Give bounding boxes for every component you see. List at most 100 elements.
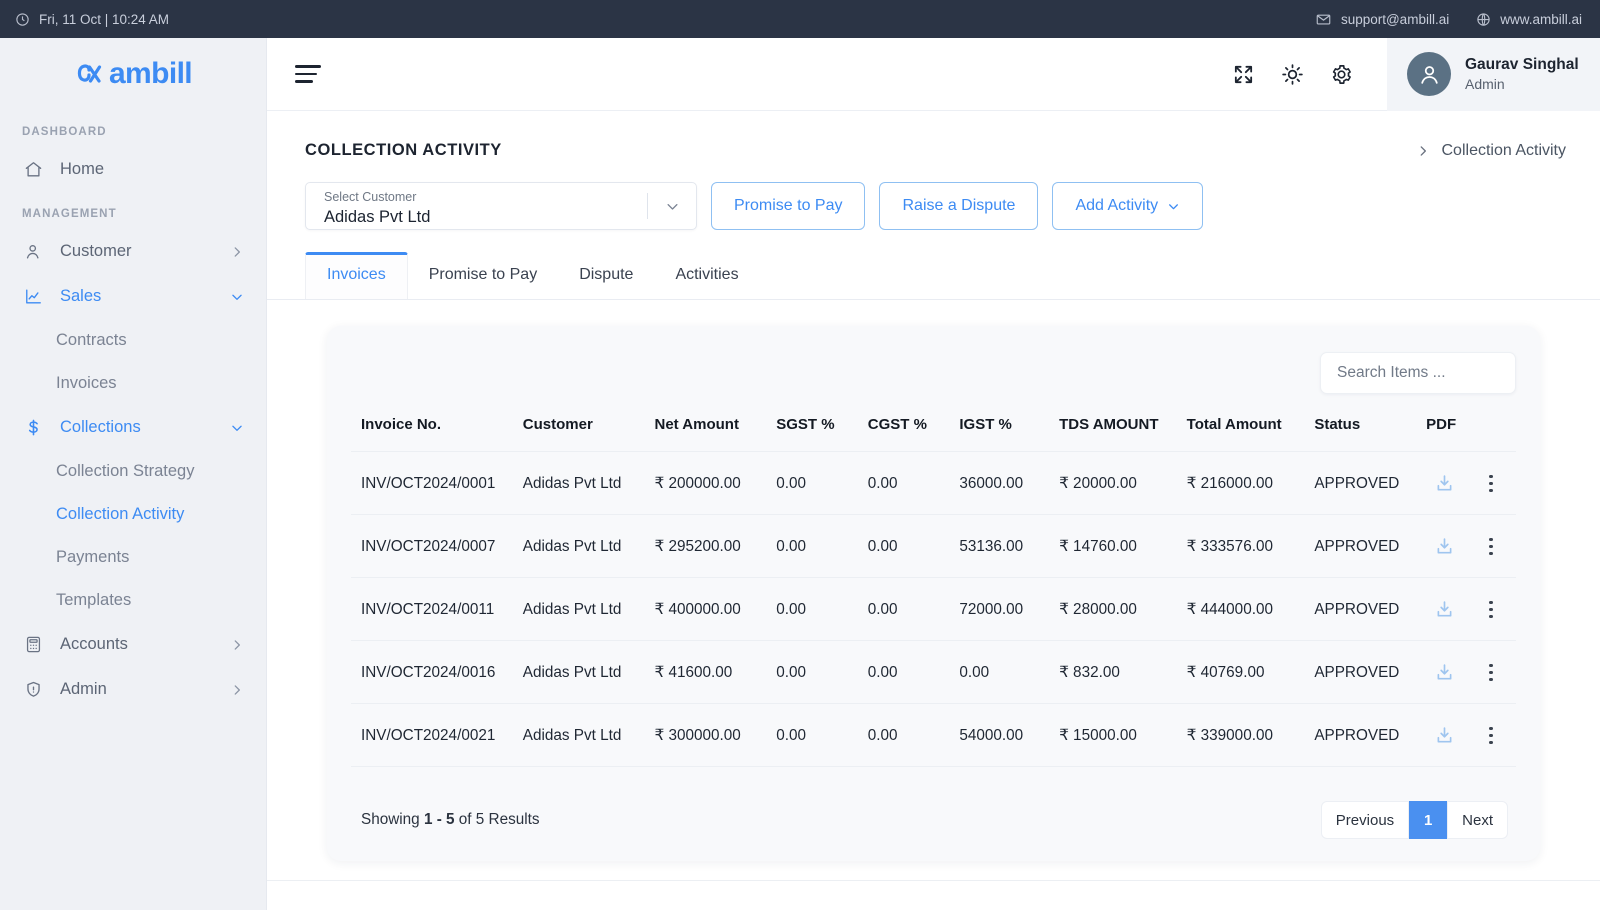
- content-area: Invoice No. Customer Net Amount SGST % C…: [267, 300, 1600, 861]
- download-icon[interactable]: [1434, 599, 1455, 620]
- cell-igst: 53136.00: [959, 514, 1060, 578]
- tab-label: Dispute: [579, 266, 634, 283]
- column-header-invoice-no: Invoice No.: [361, 416, 442, 433]
- brand-logo[interactable]: ambill: [0, 38, 266, 110]
- invoices-table: Invoice No. Customer Net Amount SGST % C…: [351, 416, 1516, 767]
- download-icon[interactable]: [1434, 536, 1455, 557]
- cell-invoice-no: INV/OCT2024/0016: [351, 640, 523, 704]
- cell-net-amount: ₹ 295200.00: [654, 514, 777, 578]
- tab-invoices[interactable]: Invoices: [305, 252, 408, 299]
- download-icon[interactable]: [1434, 725, 1455, 746]
- sidebar-item-customer[interactable]: Customer: [0, 229, 266, 274]
- hamburger-icon[interactable]: [295, 57, 329, 91]
- sidebar-item-contracts[interactable]: Contracts: [0, 319, 266, 362]
- sidebar-item-label: Collections: [60, 418, 141, 436]
- table-row[interactable]: INV/OCT2024/0007 Adidas Pvt Ltd ₹ 295200…: [351, 514, 1516, 578]
- sidebar-item-collection-strategy[interactable]: Collection Strategy: [0, 450, 266, 493]
- pdf-actions-group: [1426, 662, 1516, 683]
- sidebar-item-admin[interactable]: Admin: [0, 667, 266, 712]
- sidebar: ambill DASHBOARD Home MANAGEMENT Custome…: [0, 38, 266, 910]
- expand-icon[interactable]: [1232, 63, 1255, 86]
- mail-icon: [1316, 11, 1332, 27]
- table-row[interactable]: INV/OCT2024/0021 Adidas Pvt Ltd ₹ 300000…: [351, 703, 1516, 767]
- cell-cgst: 0.00: [867, 640, 960, 704]
- sun-icon[interactable]: [1281, 63, 1304, 86]
- tab-dispute[interactable]: Dispute: [558, 252, 654, 299]
- sidebar-subitem-label: Contracts: [56, 331, 127, 349]
- clock-icon: [14, 11, 30, 27]
- support-email-text: support@ambill.ai: [1340, 11, 1450, 27]
- kebab-menu-icon[interactable]: [1489, 663, 1493, 682]
- cell-tds-amount: ₹ 832.00: [1059, 640, 1187, 704]
- website-link[interactable]: www.ambill.ai: [1475, 11, 1582, 27]
- sidebar-item-collection-activity[interactable]: Collection Activity: [0, 493, 266, 536]
- home-icon: [24, 160, 46, 179]
- table-row[interactable]: INV/OCT2024/0016 Adidas Pvt Ltd ₹ 41600.…: [351, 640, 1516, 704]
- cell-total-amount: ₹ 40769.00: [1186, 640, 1315, 704]
- user-name: Gaurav Singhal: [1465, 55, 1579, 73]
- pdf-actions-group: [1426, 473, 1516, 494]
- pdf-actions-group: [1426, 599, 1516, 620]
- cell-total-amount: ₹ 339000.00: [1186, 703, 1315, 767]
- tab-promise-to-pay[interactable]: Promise to Pay: [408, 252, 558, 299]
- promise-to-pay-button[interactable]: Promise to Pay: [711, 182, 866, 230]
- previous-page-button[interactable]: Previous: [1320, 801, 1410, 839]
- utility-topbar: Fri, 11 Oct | 10:24 AM support@ambill.ai…: [0, 0, 1600, 38]
- add-activity-button[interactable]: Add Activity: [1052, 182, 1204, 230]
- cell-tds-amount: ₹ 20000.00: [1059, 451, 1187, 515]
- results-prefix: Showing: [361, 811, 424, 828]
- support-email[interactable]: support@ambill.ai: [1316, 11, 1449, 27]
- cell-cgst: 0.00: [867, 451, 960, 515]
- chevron-down-icon[interactable]: [648, 199, 696, 214]
- cell-status: APPROVED: [1314, 703, 1427, 767]
- sidebar-section-dashboard: DASHBOARD: [22, 126, 107, 138]
- next-page-button[interactable]: Next: [1447, 801, 1508, 839]
- sidebar-item-accounts[interactable]: Accounts: [0, 622, 266, 667]
- cell-customer: Adidas Pvt Ltd: [522, 640, 655, 704]
- cell-total-amount: ₹ 216000.00: [1186, 451, 1315, 515]
- dollar-icon: [24, 418, 46, 437]
- download-icon[interactable]: [1434, 662, 1455, 683]
- sidebar-item-templates[interactable]: Templates: [0, 579, 266, 622]
- sidebar-item-payments[interactable]: Payments: [0, 536, 266, 579]
- cell-status: APPROVED: [1314, 577, 1427, 641]
- user-profile-chip[interactable]: Gaurav Singhal Admin: [1387, 37, 1600, 111]
- raise-a-dispute-button[interactable]: Raise a Dispute: [879, 182, 1039, 230]
- table-row[interactable]: INV/OCT2024/0001 Adidas Pvt Ltd ₹ 200000…: [351, 451, 1516, 515]
- hamburger-line: [295, 80, 313, 83]
- customer-select-label: Select Customer: [324, 189, 417, 204]
- kebab-menu-icon[interactable]: [1489, 537, 1493, 556]
- kebab-menu-icon[interactable]: [1489, 474, 1493, 493]
- sidebar-item-collections[interactable]: Collections: [0, 405, 266, 450]
- cell-sgst: 0.00: [776, 514, 868, 578]
- sidebar-item-label: Accounts: [60, 635, 128, 653]
- sidebar-item-sales[interactable]: Sales: [0, 274, 266, 319]
- cell-net-amount: ₹ 200000.00: [654, 451, 777, 515]
- tab-label: Invoices: [327, 266, 386, 283]
- tab-activities[interactable]: Activities: [654, 252, 759, 299]
- cell-total-amount: ₹ 444000.00: [1186, 577, 1315, 641]
- search-input[interactable]: [1320, 352, 1516, 394]
- sidebar-subitem-label: Collection Strategy: [56, 462, 195, 480]
- cell-status: APPROVED: [1314, 451, 1427, 515]
- customer-select[interactable]: Select Customer Adidas Pvt Ltd: [305, 182, 697, 230]
- cell-pdf-actions: [1426, 640, 1516, 704]
- chevron-right-icon: [230, 245, 244, 259]
- kebab-menu-icon[interactable]: [1489, 726, 1493, 745]
- avatar: [1407, 52, 1451, 96]
- cell-tds-amount: ₹ 14760.00: [1059, 514, 1187, 578]
- sidebar-item-home[interactable]: Home: [0, 147, 266, 192]
- page-number-button[interactable]: 1: [1409, 801, 1448, 839]
- pdf-actions-group: [1426, 725, 1516, 746]
- shield-icon: [24, 680, 46, 699]
- download-icon[interactable]: [1434, 473, 1455, 494]
- calculator-icon: [24, 635, 46, 654]
- sidebar-item-label: Home: [60, 160, 105, 178]
- cell-pdf-actions: [1426, 451, 1516, 515]
- gear-icon[interactable]: [1330, 63, 1353, 86]
- table-row[interactable]: INV/OCT2024/0011 Adidas Pvt Ltd ₹ 400000…: [351, 577, 1516, 641]
- sidebar-item-invoices[interactable]: Invoices: [0, 362, 266, 405]
- kebab-menu-icon[interactable]: [1489, 600, 1493, 619]
- sidebar-item-label: Customer: [60, 242, 132, 260]
- cell-invoice-no: INV/OCT2024/0001: [351, 451, 523, 515]
